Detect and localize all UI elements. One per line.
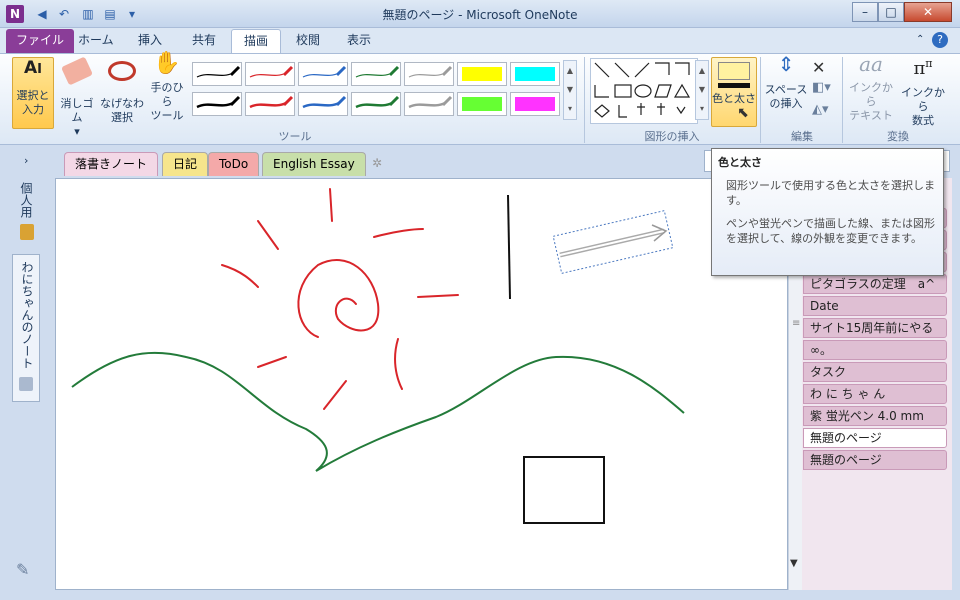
shapes-gallery-scroll[interactable]: ▲ ▼ ▾ [695, 60, 709, 120]
page-list-item[interactable]: 無題のページ [803, 428, 947, 448]
pen-swatch[interactable] [351, 92, 401, 116]
color-swatch-icon [718, 62, 750, 80]
page-list-item[interactable]: わ に ち ゃ ん [803, 384, 947, 404]
shapes-icon [594, 62, 691, 118]
tab-file[interactable]: ファイル [6, 29, 75, 53]
tab-insert[interactable]: 挿入 [126, 29, 174, 53]
insert-space-icon: ⇕ [777, 52, 795, 76]
select-and-type-button[interactable]: AI 選択と 入力 [12, 57, 54, 129]
pen-swatch[interactable] [245, 62, 295, 86]
pen-swatch[interactable] [298, 92, 348, 116]
tab-share[interactable]: 共有 [180, 29, 228, 53]
ink-to-text-icon: aa [859, 52, 883, 76]
tooltip: 色と太さ 図形ツールで使用する色と太さを選択します。 ペンや蛍光ペンで描画した線… [711, 148, 944, 276]
ink-to-math-button[interactable]: ππ インクから 数式 [898, 57, 948, 127]
lasso-icon [108, 61, 136, 81]
tab-review[interactable]: 校閲 [284, 29, 332, 53]
section-tab-scribble[interactable]: 落書きノート [64, 152, 159, 176]
help-icon[interactable]: ? [932, 32, 948, 48]
page-list-item[interactable]: ∞。 [803, 340, 947, 360]
mouse-cursor-icon: ⬉ [737, 105, 749, 121]
tooltip-title: 色と太さ [718, 156, 762, 169]
line-thickness-icon [718, 83, 750, 88]
shapes-group-label: 図形の挿入 [644, 130, 700, 143]
hand-icon: ✋ [153, 51, 181, 76]
ribbon-tab-bar: ファイル ホーム 挿入 共有 描画 校閲 表示 ⌃ ? [0, 28, 960, 53]
rotate-icon[interactable]: ◭▾ [812, 102, 829, 117]
page-list-item[interactable]: 無題のページ [803, 450, 947, 470]
pen-swatch[interactable] [404, 92, 454, 116]
pen-swatch[interactable] [510, 92, 560, 116]
window-title: 無題のページ - Microsoft OneNote [382, 8, 578, 22]
page-list-item[interactable]: サイト15周年前にやる [803, 318, 947, 338]
edit-group-label: 編集 [791, 130, 813, 143]
page-canvas[interactable] [55, 178, 788, 590]
notebook-personal[interactable]: 個人用 [18, 182, 35, 218]
notebook-icon [19, 377, 33, 391]
title-bar: N ◀ ↶ ▥ ▤ ▾ 無題のページ - Microsoft OneNote –… [0, 0, 960, 28]
group-separator [584, 57, 585, 143]
pen-swatch[interactable] [457, 92, 507, 116]
lasso-select-button[interactable]: なげなわ 選択 [100, 57, 144, 129]
section-tab-english-essay[interactable]: English Essay [262, 152, 366, 176]
pen-swatch[interactable] [510, 62, 560, 86]
maximize-button[interactable]: □ [878, 2, 904, 22]
group-separator [760, 57, 761, 143]
section-tab-todo[interactable]: ToDo [208, 152, 260, 176]
close-button[interactable]: ✕ [904, 2, 952, 22]
ribbon-collapse-icon[interactable]: ⌃ [916, 34, 924, 45]
page-list-item[interactable]: タスク [803, 362, 947, 382]
delete-icon[interactable]: ✕ [812, 58, 825, 77]
tab-view[interactable]: 表示 [335, 29, 383, 53]
notebook-pane: 個人用 わにちゃんのノート [12, 176, 40, 402]
eraser-icon [60, 56, 94, 86]
pen-swatch[interactable] [457, 62, 507, 86]
tab-draw[interactable]: 描画 [231, 29, 282, 53]
pen-swatch[interactable] [192, 92, 242, 116]
page-list-item[interactable]: ピタゴラスの定理 a^ [803, 274, 947, 294]
notebook-wani-container[interactable]: わにちゃんのノート [12, 254, 40, 402]
color-and-thickness-button[interactable]: 色と太さ ⬉ [711, 57, 757, 127]
expand-navigation-icon[interactable]: › [24, 154, 28, 167]
group-separator [842, 57, 843, 143]
convert-group-label: 変換 [887, 130, 909, 143]
pen-swatch[interactable] [404, 62, 454, 86]
ink-to-math-icon: ππ [913, 57, 933, 79]
pen-swatch[interactable] [351, 62, 401, 86]
ink-to-text-button[interactable]: aa インクから テキスト [846, 52, 896, 127]
unfiled-notes-icon[interactable]: ✎ [16, 560, 29, 579]
pan-tool-button[interactable]: ✋ 手のひら ツール [146, 51, 188, 129]
page-list-item[interactable]: Date [803, 296, 947, 316]
select-type-icon: AI [23, 58, 42, 78]
insert-space-button[interactable]: ⇕ スペース の挿入 [764, 52, 808, 127]
pen-swatch[interactable] [298, 62, 348, 86]
tools-group-label: ツール [278, 130, 312, 143]
arrange-icon[interactable]: ◧▾ [812, 80, 831, 95]
section-tab-diary[interactable]: 日記 [162, 152, 209, 176]
pen-gallery [192, 62, 562, 122]
minimize-button[interactable]: – [852, 2, 878, 22]
pen-swatch[interactable] [192, 62, 242, 86]
pen-swatch[interactable] [245, 92, 295, 116]
ribbon: AI 選択と 入力 消しゴム ▾ なげなわ 選択 ✋ 手のひら ツール ▲ ▼ ▾ … [0, 53, 960, 145]
tooltip-description: 図形ツールで使用する色と太さを選択します。 [726, 179, 935, 207]
eraser-button[interactable]: 消しゴム ▾ [56, 56, 98, 138]
notebook-wani[interactable]: わにちゃんのノート [19, 261, 36, 369]
tab-home[interactable]: ホーム [66, 29, 126, 53]
tooltip-description-2: ペンや蛍光ペンで描画した線、または図形を選択して、線の外観を変更できます。 [726, 217, 935, 245]
notebook-icon [20, 224, 34, 240]
shapes-gallery[interactable] [590, 58, 698, 124]
gallery-scroll[interactable]: ▲ ▼ ▾ [563, 60, 577, 120]
new-section-icon[interactable]: ✲ [372, 156, 382, 170]
ink-drawing [71, 188, 685, 524]
page-list-item[interactable]: 紫 蛍光ペン 4.0 mm [803, 406, 947, 426]
